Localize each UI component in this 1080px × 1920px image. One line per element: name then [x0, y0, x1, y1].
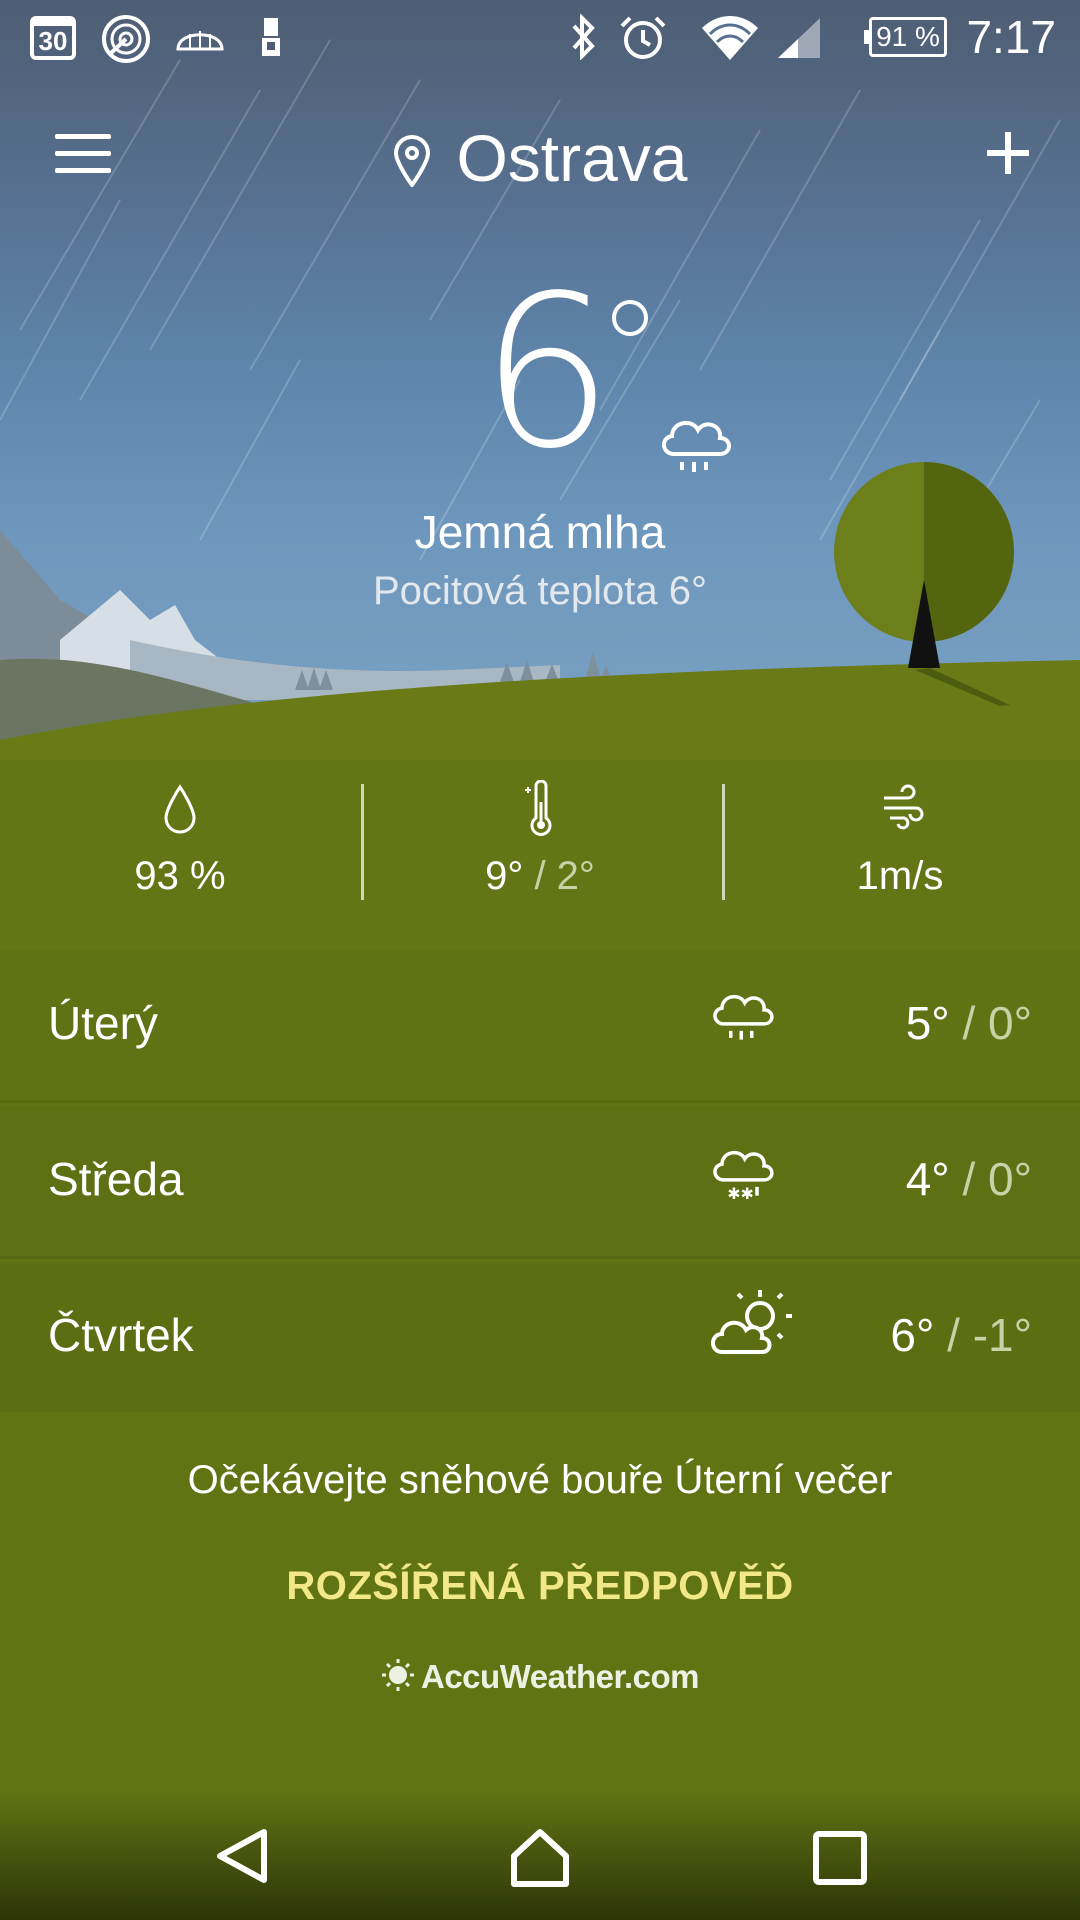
forecast-row[interactable]: Úterý 5° / 0° [0, 950, 1080, 1103]
forecast-low: 0° [988, 1153, 1032, 1205]
current-temperature: 6 [480, 250, 614, 495]
forecast-day: Čtvrtek [48, 1309, 194, 1361]
add-location-button[interactable] [985, 130, 1031, 176]
location-pin-icon [392, 126, 432, 202]
accuweather-logo[interactable]: AccuWeather.com [0, 1658, 1080, 1700]
weather-alert: Očekávejte sněhové bouře Úterní večer [187, 1458, 893, 1502]
sim-card-icon [258, 16, 284, 63]
degree-symbol [612, 300, 648, 336]
temperature-range: 9° / 2° [360, 854, 720, 899]
humidity-value: 93 % [134, 854, 226, 898]
forecast-row[interactable]: Čtvrtek 6° / -1° [0, 1262, 1080, 1412]
wifi-icon [700, 14, 760, 67]
forecast-high: 6° [890, 1309, 935, 1361]
stats-divider [361, 784, 364, 900]
sun-logo-icon [381, 1658, 415, 1700]
signal-icon [776, 16, 822, 65]
navigation-bar [0, 1790, 1080, 1920]
radar-icon [100, 14, 152, 69]
battery-level: 91 % [876, 21, 940, 52]
humidity-drop-icon [162, 784, 198, 841]
status-bar: 30 91 % 7:17 [0, 0, 1080, 80]
back-icon[interactable] [212, 1826, 272, 1891]
wind-value: 1m/s [856, 854, 944, 898]
calendar-30-icon: 30 [30, 14, 76, 65]
stats-panel: 93 % 9° / 2° 1m/s [0, 760, 1080, 950]
stats-divider [722, 784, 725, 900]
cloud-rain-icon [656, 410, 736, 485]
wind-stat: 1m/s [720, 760, 1080, 950]
alarm-icon [618, 14, 668, 67]
temperature-range-stat: 9° / 2° [360, 760, 720, 950]
cloud-igloo-icon [175, 22, 225, 57]
forecast-temperature: 6° / -1° [890, 1308, 1032, 1362]
battery-indicator: 91 % [864, 17, 947, 57]
forecast-separator: / [949, 1153, 989, 1205]
feels-like-text: Pocitová teplota 6° [373, 569, 707, 613]
condition-text: Jemná mlha [414, 506, 666, 558]
extended-forecast-link[interactable]: ROZŠÍŘENÁ PŘEDPOVĚĎ [0, 1564, 1080, 1609]
thermometer-icon [522, 779, 558, 845]
forecast-high: 4° [905, 1153, 950, 1205]
bluetooth-icon [568, 13, 598, 65]
forecast-temperature: 4° / 0° [906, 1152, 1032, 1206]
wind-icon [880, 784, 924, 839]
svg-text:✱✱: ✱✱ [727, 1184, 753, 1203]
city-title[interactable]: Ostrava [0, 120, 1080, 202]
forecast-day: Úterý [48, 997, 158, 1049]
temp-separator: / [523, 854, 557, 898]
forecast-row[interactable]: Středa ✱✱ 4° / 0° [0, 1106, 1080, 1259]
forecast-low: 0° [988, 997, 1032, 1049]
calendar-date: 30 [38, 26, 68, 56]
plus-icon [987, 132, 1029, 174]
cloud-snow-icon: ✱✱ [708, 1140, 778, 1209]
humidity-stat: 93 % [0, 760, 360, 950]
city-name: Ostrava [456, 121, 688, 195]
forecast-separator: / [949, 997, 989, 1049]
cloud-rain-icon [708, 984, 778, 1053]
forecast-temperature: 5° / 0° [906, 996, 1032, 1050]
forecast-high: 5° [905, 997, 950, 1049]
temp-high: 9° [485, 854, 524, 898]
home-icon[interactable] [508, 1826, 572, 1895]
temp-low: 2° [556, 854, 595, 898]
clock: 7:17 [966, 11, 1056, 63]
forecast-low: -1° [972, 1309, 1032, 1361]
brand-text: AccuWeather.com [421, 1658, 700, 1695]
forecast-day: Středa [48, 1153, 184, 1205]
forecast-separator: / [934, 1309, 973, 1361]
recents-icon[interactable] [812, 1830, 868, 1891]
partly-sunny-icon [708, 1284, 792, 1365]
